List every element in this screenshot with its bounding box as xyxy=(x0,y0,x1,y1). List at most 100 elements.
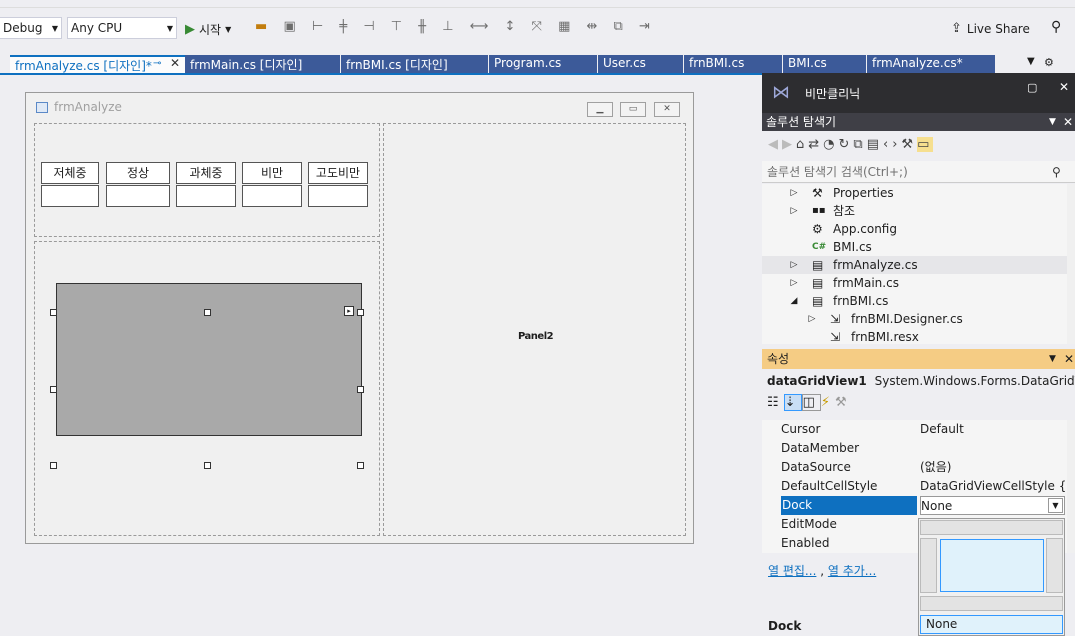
add-column-link[interactable]: 열 추가... xyxy=(828,564,876,578)
order-icon[interactable]: ⧉ xyxy=(614,19,629,34)
collapse-icon[interactable]: ⧉ xyxy=(853,137,866,152)
prop-value[interactable]: Default xyxy=(920,420,1065,439)
textbox-severely-obese[interactable] xyxy=(308,185,368,207)
tab-program[interactable]: Program.cs xyxy=(489,55,597,73)
tree-item-frmmain[interactable]: ▷ ▤ frmMain.cs xyxy=(762,274,1067,292)
start-button[interactable]: ▶ 시작 ▼ xyxy=(185,19,231,39)
tab-frnbmi[interactable]: frnBMI.cs xyxy=(684,55,782,73)
restore-icon[interactable]: ▢ xyxy=(1027,81,1037,94)
back-icon[interactable]: ◀ xyxy=(768,137,782,152)
chevron-down-icon[interactable]: ▼ xyxy=(1049,349,1056,369)
wrench-icon[interactable]: ⚒ xyxy=(901,137,917,152)
platform-select[interactable]: Any CPU ▼ xyxy=(67,17,177,39)
align-right-icon[interactable]: ⊣ xyxy=(363,19,380,34)
align-center-icon[interactable]: ╪ xyxy=(339,19,353,34)
tab-bmi[interactable]: BMI.cs xyxy=(783,55,866,73)
sync-icon[interactable]: ⇄ xyxy=(808,137,823,152)
resize-handle[interactable] xyxy=(357,386,364,393)
spacing-icon[interactable]: ⇹ xyxy=(587,19,604,34)
panel2[interactable] xyxy=(383,123,686,536)
snapshot-icon[interactable]: ▣ xyxy=(283,19,301,34)
label-normal[interactable]: 정상 xyxy=(106,162,170,184)
align-bottom-icon[interactable]: ⊥ xyxy=(442,19,459,34)
dock-left-button[interactable] xyxy=(920,538,937,593)
dock-top-button[interactable] xyxy=(920,520,1063,535)
prop-value[interactable] xyxy=(920,439,1065,458)
edit-columns-link[interactable]: 열 편집... xyxy=(768,564,816,578)
tree-item-frnbmi-designer[interactable]: ▷ ⇲ frnBMI.Designer.cs xyxy=(762,310,1067,328)
resize-handle[interactable] xyxy=(50,462,57,469)
tree-item-references[interactable]: ▷ ▪▪ 참조 xyxy=(762,202,1067,220)
properties-icon[interactable]: ◫ xyxy=(801,394,821,411)
tab-list-dropdown-icon[interactable]: ▼ xyxy=(1027,56,1035,67)
expand-icon[interactable]: ▷ xyxy=(788,202,800,220)
feedback-icon[interactable]: ⚲ xyxy=(1051,19,1061,35)
tree-item-app-config[interactable]: ⚙ App.config xyxy=(762,220,1067,238)
tree-scrollbar[interactable] xyxy=(1067,184,1075,344)
refresh-icon[interactable]: ↻ xyxy=(839,137,854,152)
dock-bottom-button[interactable] xyxy=(920,596,1063,611)
prop-row-datasource[interactable]: DataSource (없음) xyxy=(762,458,1067,477)
dock-fill-button[interactable] xyxy=(940,539,1044,592)
home-icon[interactable]: ⌂ xyxy=(796,137,808,152)
prop-row-cursor[interactable]: Cursor Default xyxy=(762,420,1067,439)
gear-icon[interactable]: ⚙ xyxy=(1044,56,1054,69)
show-all-icon[interactable]: ▤ xyxy=(867,137,883,152)
prop-value[interactable]: (없음) xyxy=(920,458,1065,477)
align-middle-icon[interactable]: ╫ xyxy=(418,19,432,34)
textbox-underweight[interactable] xyxy=(41,185,99,207)
pin-icon[interactable]: ⊸ xyxy=(153,58,161,69)
prop-row-dock[interactable]: Dock None ▼ xyxy=(762,496,1067,515)
forward-icon[interactable]: ▶ xyxy=(782,137,796,152)
categorized-icon[interactable]: ☷ xyxy=(767,395,784,410)
tab-frnbmi-design[interactable]: frnBMI.cs [디자인] xyxy=(341,55,488,73)
prop-value[interactable]: DataGridViewCellStyle { Ba xyxy=(920,477,1065,496)
label-obese[interactable]: 비만 xyxy=(242,162,302,184)
open-folder-icon[interactable]: ▬ xyxy=(255,19,273,34)
live-share-button[interactable]: ⇪ Live Share xyxy=(951,21,1030,36)
resize-handle[interactable] xyxy=(50,386,57,393)
collapse-icon[interactable]: ◢ xyxy=(788,292,800,310)
resize-handle[interactable] xyxy=(357,309,364,316)
chevron-down-icon[interactable]: ▼ xyxy=(1049,113,1056,131)
prop-value[interactable]: None xyxy=(920,496,1065,515)
align-top-icon[interactable]: ⊤ xyxy=(391,19,408,34)
same-width-icon[interactable]: ⟷ xyxy=(470,19,495,34)
solution-search-input[interactable]: 솔루션 탐색기 검색(Ctrl+;) ⚲ xyxy=(762,161,1075,183)
wrench-icon[interactable]: ⚒ xyxy=(835,395,852,410)
tab-order-icon[interactable]: ⇥ xyxy=(639,19,656,34)
expand-icon[interactable]: ▷ xyxy=(788,256,800,274)
resize-handle[interactable] xyxy=(50,309,57,316)
dock-right-button[interactable] xyxy=(1046,538,1063,593)
tree-item-bmi[interactable]: C# BMI.cs xyxy=(762,238,1067,256)
resize-handle[interactable] xyxy=(357,462,364,469)
config-select[interactable]: Debug ▼ xyxy=(0,17,62,39)
preview-icon[interactable]: ▭ xyxy=(917,137,934,152)
property-scrollbar[interactable] xyxy=(1067,420,1075,553)
align-left-icon[interactable]: ⊢ xyxy=(312,19,329,34)
label-severely-obese[interactable]: 고도비만 xyxy=(308,162,368,184)
smart-tag-icon[interactable]: ▸ xyxy=(344,306,354,316)
textbox-normal[interactable] xyxy=(106,185,170,207)
expand-icon[interactable]: ▷ xyxy=(788,274,800,292)
label-overweight[interactable]: 과체중 xyxy=(176,162,236,184)
resize-handle[interactable] xyxy=(204,309,211,316)
tree-item-frnbmi-resx[interactable]: ⇲ frnBMI.resx xyxy=(762,328,1067,344)
tree-item-frnbmi[interactable]: ◢ ▤ frnBMI.cs xyxy=(762,292,1067,310)
label-underweight[interactable]: 저체중 xyxy=(41,162,99,184)
object-selector[interactable]: dataGridView1 System.Windows.Forms.DataG… xyxy=(762,370,1075,392)
expand-icon[interactable]: ▷ xyxy=(788,184,800,202)
alphabetical-icon[interactable]: ⇣ xyxy=(783,394,802,411)
tab-frmmain-design[interactable]: frmMain.cs [디자인] xyxy=(185,55,340,73)
datagridview[interactable] xyxy=(56,283,362,436)
prop-row-datamember[interactable]: DataMember xyxy=(762,439,1067,458)
prop-row-defaultcellstyle[interactable]: DefaultCellStyle DataGridViewCellStyle { … xyxy=(762,477,1067,496)
code-icon[interactable]: ‹› xyxy=(883,137,901,152)
events-icon[interactable]: ⚡ xyxy=(821,395,835,410)
close-icon[interactable]: ✕ xyxy=(1064,349,1074,369)
grid-icon[interactable]: ▦ xyxy=(558,19,576,34)
textbox-obese[interactable] xyxy=(242,185,302,207)
form-frmanalyze[interactable]: frmAnalyze ▁ ▭ ✕ 저체중 정상 과체중 비만 고도비만 ▸ Pa… xyxy=(25,92,694,544)
same-height-icon[interactable]: ↕ xyxy=(504,19,521,34)
chevron-down-icon[interactable]: ▼ xyxy=(1048,498,1063,513)
